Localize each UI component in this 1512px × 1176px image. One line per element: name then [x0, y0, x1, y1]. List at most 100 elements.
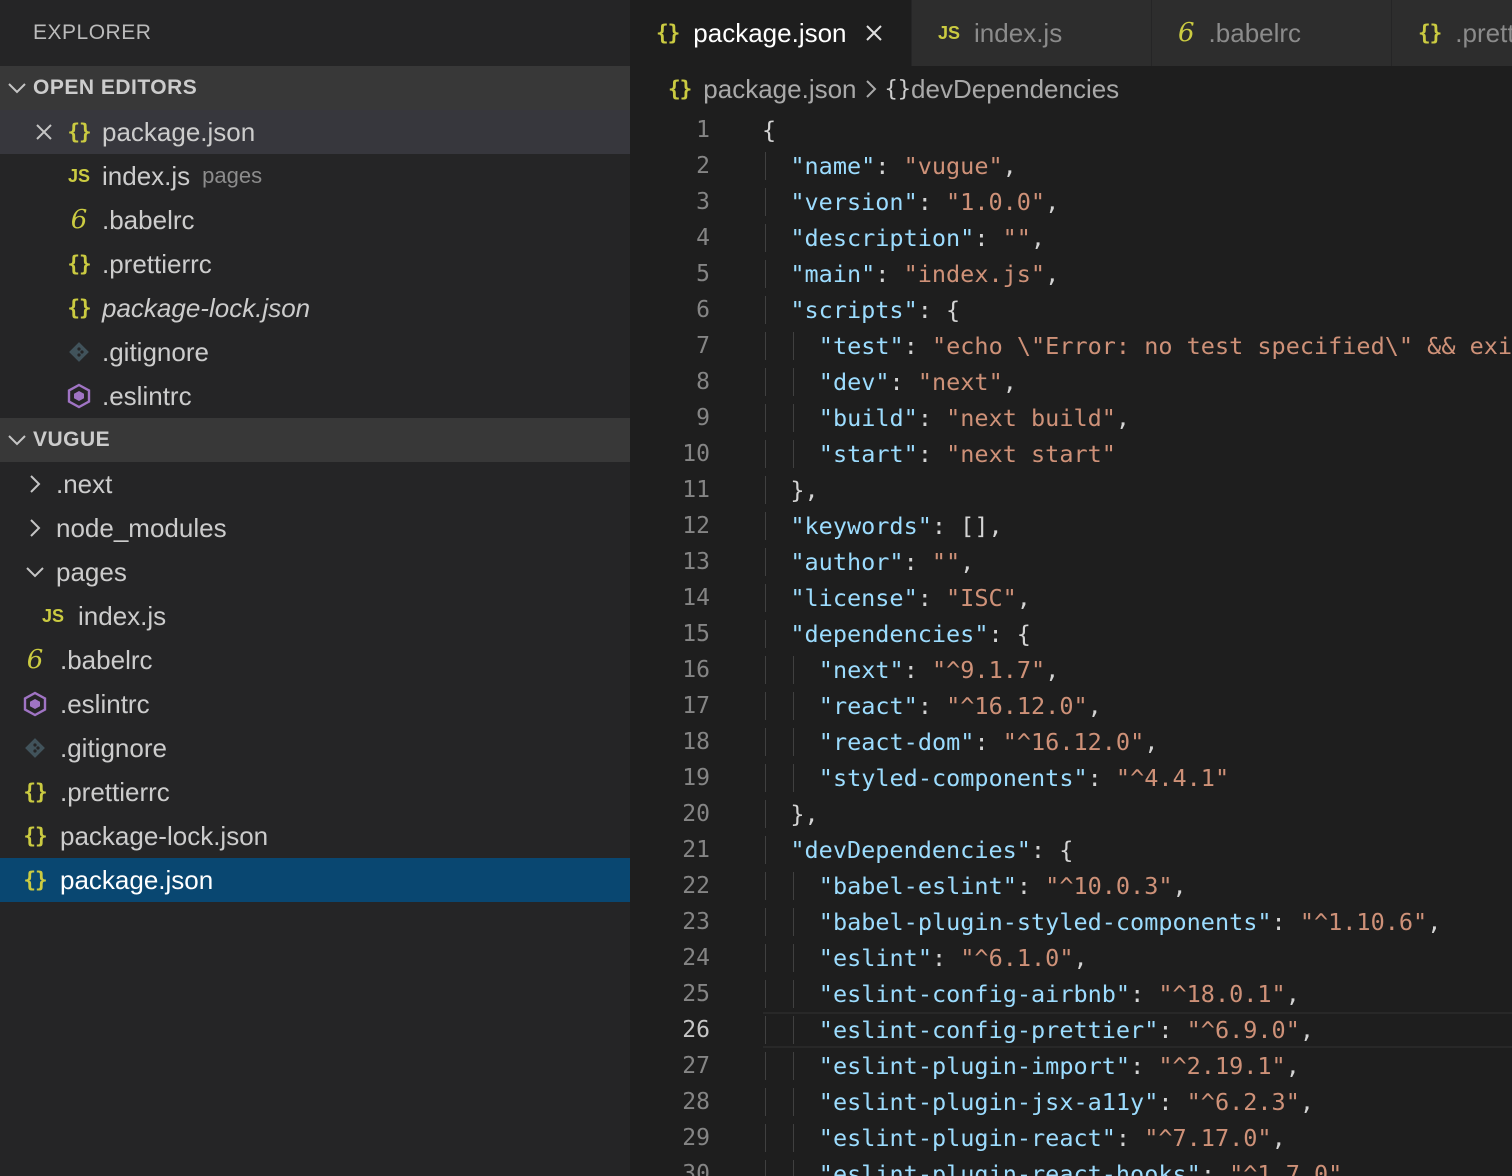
code-line[interactable]: 16 "next": "^9.1.7", [630, 652, 1512, 688]
json-string: "echo \"Error: no test specified\" && ex… [931, 332, 1512, 360]
line-number: 16 [682, 657, 710, 683]
code-line[interactable]: 7 "test": "echo \"Error: no test specifie… [630, 328, 1512, 364]
folder-item[interactable]: node_modules [0, 506, 630, 550]
json-string: "^6.2.3" [1186, 1088, 1300, 1116]
json-key: "react" [818, 692, 918, 720]
code-line[interactable]: 9 "build": "next build", [630, 400, 1512, 436]
chevron-down-icon [0, 434, 33, 446]
folder-item[interactable]: pages [0, 550, 630, 594]
code-line[interactable]: 29 "eslint-plugin-react": "^7.17.0", [630, 1120, 1512, 1156]
code-line[interactable]: 27 "eslint-plugin-import": "^2.19.1", [630, 1048, 1512, 1084]
file-item[interactable]: 6 .babelrc [0, 638, 630, 682]
code-line[interactable]: 6 "scripts": { [630, 292, 1512, 328]
project-header[interactable]: VUGUE [0, 418, 630, 462]
babel-icon: 6 [1178, 18, 1195, 48]
json-string: "" [931, 548, 961, 576]
code-line[interactable]: 21 "devDependencies": { [630, 832, 1512, 868]
code-line[interactable]: 17 "react": "^16.12.0", [630, 688, 1512, 724]
editor-tab[interactable]: JS index.js [912, 0, 1152, 66]
indent-guide [765, 368, 766, 396]
json-icon: {} [668, 77, 692, 101]
file-item[interactable]: {} package-lock.json [0, 814, 630, 858]
indent-guide [765, 548, 766, 576]
punctuation: , [1002, 368, 1017, 396]
file-item[interactable]: .eslintrc [0, 682, 630, 726]
json-icon: {} [67, 252, 91, 276]
code-line[interactable]: 15 "dependencies": { [630, 616, 1512, 652]
code-line[interactable]: 10 "start": "next start" [630, 436, 1512, 472]
code-line[interactable]: 22 "babel-eslint": "^10.0.3", [630, 868, 1512, 904]
code-editor[interactable]: 1{2 "name": "vugue", 3 "version": "1.0.0", 4… [630, 112, 1512, 1176]
indent-guide [793, 1160, 795, 1176]
open-editor-item[interactable]: .gitignore [0, 330, 630, 374]
code-line[interactable]: 24 "eslint": "^6.1.0", [630, 940, 1512, 976]
explorer-title: EXPLORER [33, 21, 152, 44]
open-editors-header[interactable]: OPEN EDITORS [0, 66, 630, 110]
open-editor-item[interactable]: {} package.json [0, 110, 630, 154]
json-key: "description" [790, 224, 975, 252]
code-line[interactable]: 18 "react-dom": "^16.12.0", [630, 724, 1512, 760]
code-text: "build": "next build", [762, 404, 1130, 432]
folder-name: pages [56, 556, 127, 587]
close-icon[interactable] [33, 121, 55, 143]
indent-guide [793, 368, 795, 396]
file-name: index.js [78, 600, 167, 631]
folder-item[interactable]: .next [0, 462, 630, 506]
json-key: "name" [790, 152, 876, 180]
line-number: 14 [682, 585, 710, 611]
code-line[interactable]: 1{ [630, 112, 1512, 148]
code-line[interactable]: 30 "eslint-plugin-react-hooks": "^1.7.0" [630, 1156, 1512, 1176]
open-editor-item[interactable]: JS index.js pages [0, 154, 630, 198]
punctuation: : [875, 260, 904, 288]
json-key: "author" [790, 548, 904, 576]
code-line[interactable]: 2 "name": "vugue", [630, 148, 1512, 184]
indent-guide [765, 152, 766, 180]
code-line[interactable]: 4 "description": "", [630, 220, 1512, 256]
file-item[interactable]: JS index.js [0, 594, 630, 638]
code-line[interactable]: 19 "styled-components": "^4.4.1" [630, 760, 1512, 796]
json-key: "eslint-plugin-react" [818, 1124, 1116, 1152]
tab-label: index.js [974, 17, 1063, 48]
code-text: "eslint-plugin-react": "^7.17.0", [762, 1124, 1286, 1152]
indent-guide [765, 404, 766, 432]
code-line[interactable]: 5 "main": "index.js", [630, 256, 1512, 292]
file-item[interactable]: .gitignore [0, 726, 630, 770]
code-line[interactable]: 23 "babel-plugin-styled-components": "^1.… [630, 904, 1512, 940]
json-string: "^10.0.3" [1045, 872, 1173, 900]
file-name: package-lock.json [60, 820, 269, 851]
indent-guide [765, 800, 766, 828]
punctuation: , [1144, 728, 1159, 756]
code-line[interactable]: 25 "eslint-config-airbnb": "^18.0.1", [630, 976, 1512, 1012]
json-key: "start" [818, 440, 918, 468]
open-editor-item[interactable]: {} .prettierrc [0, 242, 630, 286]
file-item[interactable]: {} .prettierrc [0, 770, 630, 814]
json-string: "^6.9.0" [1186, 1016, 1300, 1044]
breadcrumb-symbol[interactable]: devDependencies [911, 74, 1119, 105]
code-line[interactable]: 26 "eslint-config-prettier": "^6.9.0", [630, 1012, 1512, 1048]
open-editor-item[interactable]: {} package-lock.json [0, 286, 630, 330]
code-line[interactable]: 11}, [630, 472, 1512, 508]
editor-tab[interactable]: {} package.json [630, 0, 912, 66]
editor-tab[interactable]: {} .prettierrc [1392, 0, 1512, 66]
code-line[interactable]: 14 "license": "ISC", [630, 580, 1512, 616]
json-key: "license" [790, 584, 918, 612]
code-line[interactable]: 8 "dev": "next", [630, 364, 1512, 400]
punctuation: , [1285, 980, 1300, 1008]
file-item[interactable]: {} package.json [0, 858, 630, 902]
close-icon[interactable] [865, 24, 883, 42]
code-line[interactable]: 13 "author": "", [630, 544, 1512, 580]
open-editor-item[interactable]: .eslintrc [0, 374, 630, 418]
code-line[interactable]: 28 "eslint-plugin-jsx-a11y": "^6.2.3", [630, 1084, 1512, 1120]
punctuation: , [1285, 1052, 1300, 1080]
open-editor-item[interactable]: 6 .babelrc [0, 198, 630, 242]
code-line[interactable]: 20}, [630, 796, 1512, 832]
json-icon: {} [67, 120, 91, 144]
line-number: 9 [696, 405, 710, 431]
code-line[interactable]: 3 "version": "1.0.0", [630, 184, 1512, 220]
line-number: 1 [696, 117, 710, 143]
editor-tab[interactable]: 6 .babelrc [1152, 0, 1392, 66]
code-line[interactable]: 12 "keywords": [], [630, 508, 1512, 544]
breadcrumb-file[interactable]: package.json [703, 74, 856, 105]
punctuation: , [1045, 260, 1060, 288]
punctuation: : { [1030, 836, 1074, 864]
